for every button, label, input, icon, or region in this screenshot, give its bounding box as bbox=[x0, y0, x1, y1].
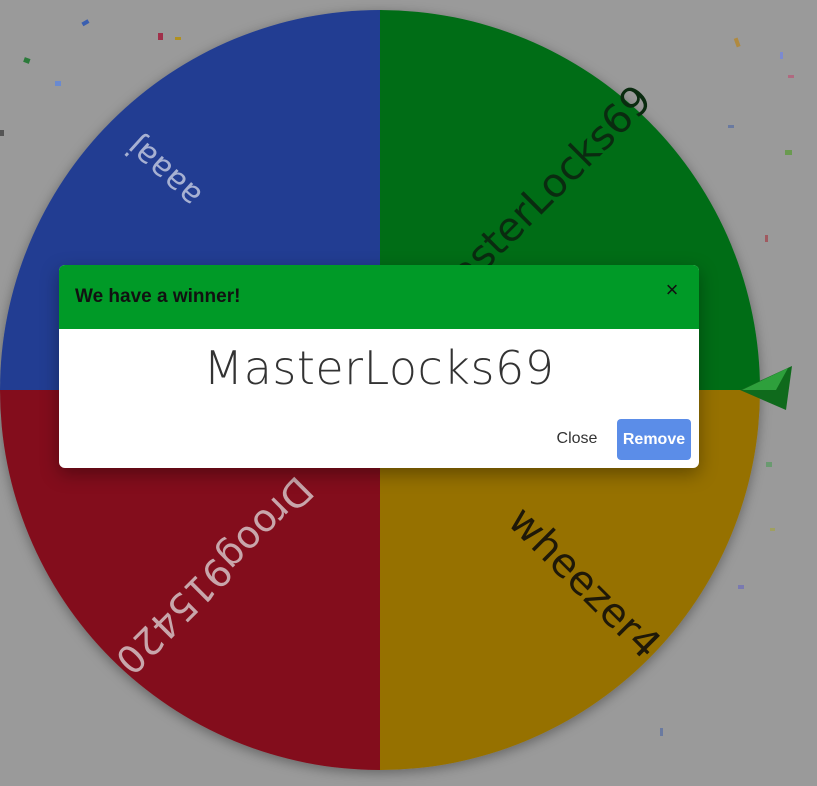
remove-button[interactable]: Remove bbox=[617, 419, 691, 460]
close-button[interactable]: Close bbox=[545, 419, 609, 459]
winner-modal: We have a winner! × MasterLocks69 Close … bbox=[59, 265, 699, 468]
app-stage: aaaaj MasterLocks69 wheezer4 Droog915420… bbox=[0, 0, 817, 786]
close-icon[interactable]: × bbox=[659, 277, 685, 303]
winner-modal-header: We have a winner! × bbox=[59, 265, 699, 329]
winner-name: MasterLocks69 bbox=[203, 341, 555, 395]
winner-modal-title: We have a winner! bbox=[75, 286, 241, 307]
